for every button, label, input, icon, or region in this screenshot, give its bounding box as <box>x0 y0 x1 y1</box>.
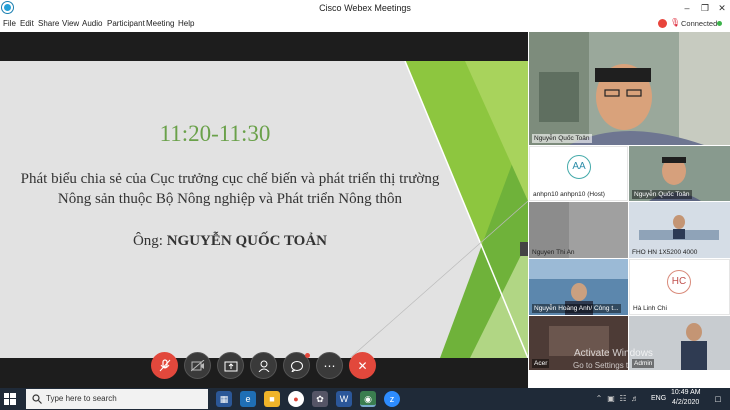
microphone-muted-icon <box>159 359 170 372</box>
slide-title-line-2: Nông sản thuộc Bộ Nông nghiệp và Phát tr… <box>57 191 403 207</box>
stop-video-button[interactable] <box>184 352 211 379</box>
notifications-icon[interactable]: □ <box>712 391 724 407</box>
menu-file[interactable]: File <box>3 19 16 28</box>
participant-name: Acer <box>532 359 550 368</box>
leave-meeting-button[interactable]: ✕ <box>349 352 376 379</box>
connection-status: Connected <box>681 19 718 28</box>
chat-icon <box>290 361 303 374</box>
title-bar: Cisco Webex Meetings – ❐ ✕ <box>0 0 730 17</box>
participant-icon <box>258 360 269 373</box>
menu-participant[interactable]: Participant <box>107 19 145 28</box>
slide-speaker: Ông: NGUYỄN QUỐC TOẢN <box>0 233 460 250</box>
windows-start-icon[interactable] <box>4 393 16 405</box>
close-icon: ✕ <box>357 359 368 373</box>
share-icon <box>224 361 237 372</box>
connection-indicator-icon <box>717 21 722 26</box>
speaker-name: NGUYỄN QUỐC TOẢN <box>166 233 328 249</box>
share-content-button[interactable] <box>217 352 244 379</box>
zoom-icon[interactable]: z <box>384 391 400 407</box>
avatar: AA <box>567 155 591 179</box>
panel-scroll-handle[interactable] <box>520 242 528 256</box>
speaker-prefix: Ông: <box>132 233 167 249</box>
clock-date[interactable]: 4/2/2020 <box>672 399 699 406</box>
file-explorer-icon[interactable]: ■ <box>264 391 280 407</box>
microphone-icon: 🎙 <box>670 18 681 27</box>
tray-app-icon[interactable]: ▣ <box>606 391 616 407</box>
participant-name: Nguyễn Quốc Toản <box>632 190 692 199</box>
volume-icon[interactable]: ♬ <box>630 391 640 407</box>
menu-help[interactable]: Help <box>178 19 194 28</box>
participant-tile[interactable]: Nguyễn Quốc Toản <box>629 146 730 201</box>
participant-name: Nguyen Thi An <box>532 249 575 256</box>
taskbar-search-box[interactable]: Type here to search <box>26 389 208 409</box>
participants-panel: Nguyễn Quốc Toản AA anhpn10 anhpn10 (Hos… <box>528 32 730 388</box>
close-icon[interactable]: ✕ <box>715 2 729 14</box>
minimize-icon[interactable]: – <box>680 2 694 14</box>
activate-windows-watermark: Activate Windows <box>574 348 653 359</box>
active-speaker-video[interactable]: Nguyễn Quốc Toản <box>529 32 730 145</box>
activate-windows-subtext: Go to Settings t <box>573 361 629 370</box>
menu-audio[interactable]: Audio <box>82 19 102 28</box>
menu-view[interactable]: View <box>62 19 79 28</box>
participant-name: Admin <box>632 359 655 368</box>
search-icon <box>32 394 42 404</box>
task-view-icon[interactable]: ▦ <box>216 391 232 407</box>
slide-decoration <box>349 61 528 358</box>
avatar: HC <box>667 270 691 294</box>
more-icon: ⋯ <box>323 359 336 373</box>
menu-bar: File Edit Share View Audio Participant M… <box>0 17 730 32</box>
active-speaker-name: Nguyễn Quốc Toản <box>532 134 592 143</box>
menu-share[interactable]: Share <box>38 19 59 28</box>
mute-button[interactable] <box>151 352 178 379</box>
slide-time: 11:20-11:30 <box>159 121 271 146</box>
chrome-icon[interactable]: ● <box>288 391 304 407</box>
participant-tile[interactable]: Nguyễn Hoàng Anh/ Công t... <box>529 259 628 315</box>
participants-button[interactable] <box>250 352 277 379</box>
active-speaker-image <box>529 32 730 145</box>
app-icon[interactable]: ✿ <box>312 391 328 407</box>
participant-name: anhpn10 anhpn10 (Host) <box>533 191 605 198</box>
windows-taskbar: Type here to search ▦ e ■ ● ✿ W ◉ z ⌃ ▣ … <box>0 388 730 410</box>
chat-notification-dot <box>305 353 310 358</box>
restore-icon[interactable]: ❐ <box>698 2 712 14</box>
webex-taskbar-icon[interactable]: ◉ <box>360 391 376 407</box>
menu-meeting[interactable]: Meeting <box>146 19 174 28</box>
shared-content-stage: 11:20-11:30 Phát biểu chia sẻ của Cục tr… <box>0 32 528 388</box>
participant-tile[interactable]: AA anhpn10 anhpn10 (Host) <box>529 146 628 201</box>
menu-edit[interactable]: Edit <box>20 19 34 28</box>
slide-title-line-1: Phát biểu chia sẻ của Cục trưởng cục chế… <box>20 171 440 187</box>
tray-chevron-icon[interactable]: ⌃ <box>594 391 604 407</box>
recording-icon <box>658 19 667 28</box>
participant-tile[interactable]: Admin <box>629 316 730 370</box>
participant-name: FHO HN 1X5200 4000 <box>632 249 698 256</box>
participant-name: Nguyễn Hoàng Anh/ Công t... <box>532 304 621 313</box>
participant-tile[interactable]: HC Hà Linh Chi <box>629 259 730 315</box>
clock-time[interactable]: 10:49 AM <box>671 389 701 396</box>
search-placeholder: Type here to search <box>46 394 117 403</box>
edge-icon[interactable]: e <box>240 391 256 407</box>
participant-tile[interactable]: Nguyen Thi An <box>529 202 628 258</box>
word-icon[interactable]: W <box>336 391 352 407</box>
input-language[interactable]: ENG <box>651 395 666 402</box>
participant-name: Hà Linh Chi <box>633 305 667 312</box>
network-icon[interactable]: ☷ <box>618 391 628 407</box>
window-title: Cisco Webex Meetings <box>319 3 411 13</box>
participant-tile[interactable]: FHO HN 1X5200 4000 <box>629 202 730 258</box>
more-options-button[interactable]: ⋯ <box>316 352 343 379</box>
presentation-slide: 11:20-11:30 Phát biểu chia sẻ của Cục tr… <box>0 61 528 358</box>
video-off-icon <box>190 359 204 372</box>
